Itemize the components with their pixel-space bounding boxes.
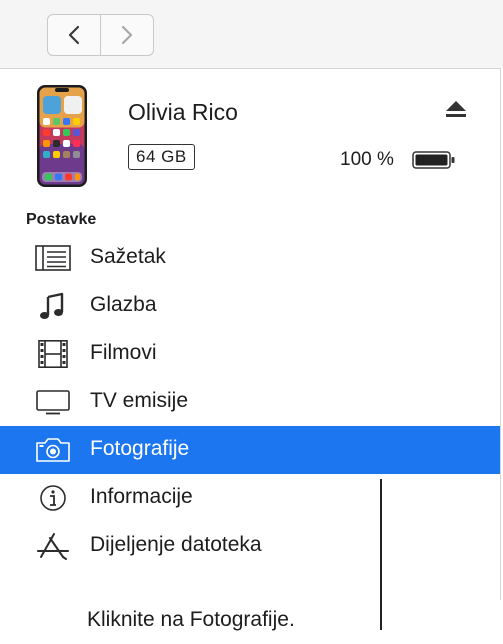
- settings-section-title: Postavke: [26, 211, 97, 228]
- sidebar-item-label: TV emisije: [90, 389, 189, 412]
- sidebar-item-tv-shows[interactable]: TV emisije: [0, 378, 500, 426]
- sidebar-item-label: Glazba: [90, 293, 157, 316]
- sidebar-item-photos[interactable]: Fotografije: [0, 426, 500, 474]
- sidebar-item-label: Filmovi: [90, 341, 157, 364]
- itunes-device-window: Olivia Rico 64 GB 100 % Postavke Sažetak…: [0, 0, 503, 644]
- settings-menu: Sažetak Glazba Filmovi TV emisije Fotogr…: [0, 234, 500, 570]
- capacity-badge: 64 GB: [128, 144, 195, 170]
- toolbar: [0, 0, 503, 68]
- back-button[interactable]: [48, 15, 100, 55]
- music-note-icon: [40, 292, 64, 319]
- sidebar-item-label: Informacije: [90, 485, 193, 508]
- iphone-thumbnail: [37, 85, 87, 187]
- sidebar-item-label: Dijeljenje datoteka: [90, 533, 262, 556]
- callout-text: Kliknite na Fotografije.: [87, 608, 295, 631]
- sidebar-item-info[interactable]: Informacije: [0, 474, 500, 522]
- sidebar-item-summary[interactable]: Sažetak: [0, 234, 500, 282]
- navigation-buttons: [47, 14, 154, 56]
- sidebar-item-music[interactable]: Glazba: [0, 282, 500, 330]
- battery-percentage: 100 %: [340, 149, 394, 170]
- chevron-right-icon: [121, 25, 133, 45]
- sidebar-item-movies[interactable]: Filmovi: [0, 330, 500, 378]
- film-icon: [38, 340, 68, 368]
- info-icon: [40, 485, 66, 511]
- sidebar-item-label: Sažetak: [90, 245, 166, 268]
- camera-icon: [36, 438, 70, 462]
- list-icon: [35, 245, 71, 271]
- sidebar-item-label: Fotografije: [90, 437, 190, 460]
- battery-full-icon: [412, 151, 455, 169]
- device-name: Olivia Rico: [128, 99, 238, 125]
- app-store-icon: [37, 533, 69, 560]
- forward-button[interactable]: [100, 15, 153, 55]
- tv-icon: [36, 390, 70, 415]
- chevron-left-icon: [68, 25, 80, 45]
- callout-line: [380, 479, 382, 630]
- sidebar: Olivia Rico 64 GB 100 % Postavke Sažetak…: [0, 68, 501, 600]
- eject-icon[interactable]: [445, 98, 467, 120]
- sidebar-item-file-sharing[interactable]: Dijeljenje datoteka: [0, 522, 500, 570]
